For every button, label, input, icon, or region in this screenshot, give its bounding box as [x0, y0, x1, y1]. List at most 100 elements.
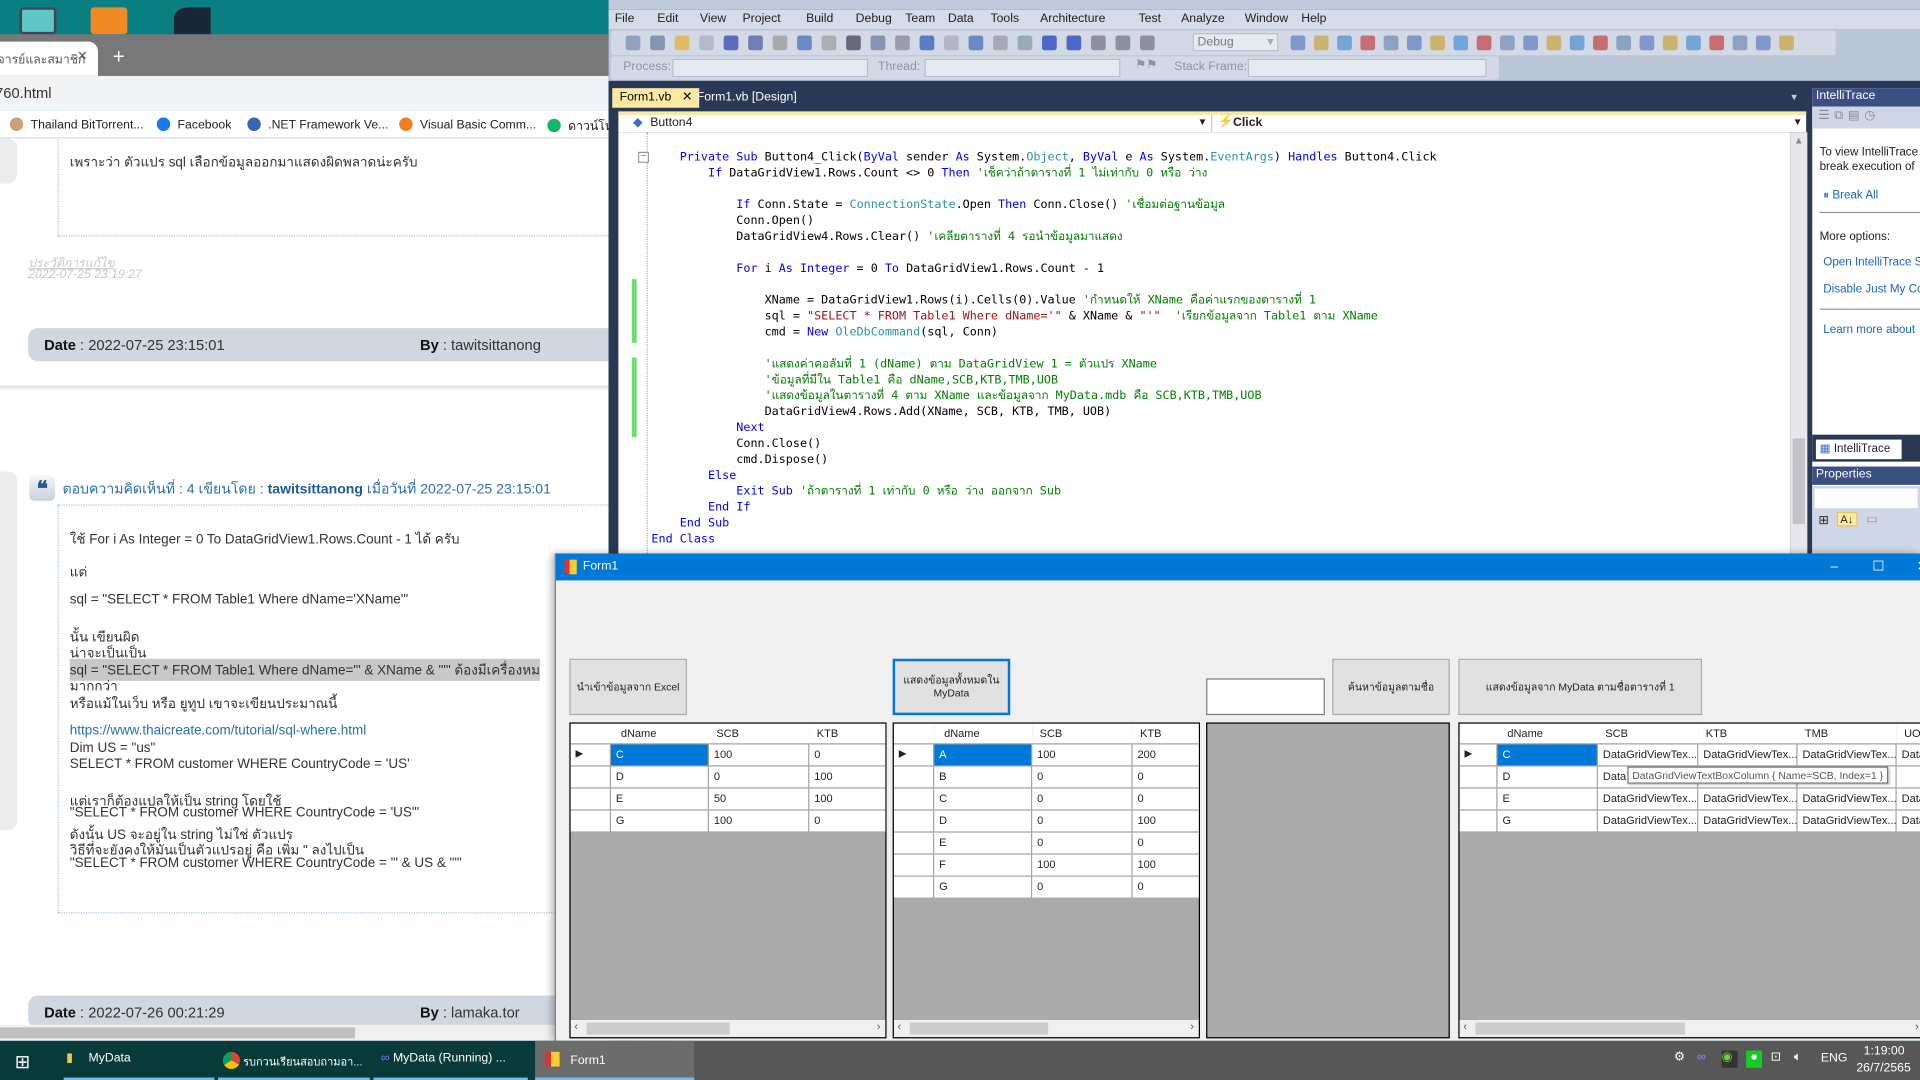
grid-cell[interactable]: 100 [1032, 744, 1133, 767]
row-header[interactable] [570, 810, 612, 833]
grid-cell[interactable]: D [934, 810, 1033, 833]
grid-cell[interactable]: DataGridViewTex... [1797, 788, 1897, 811]
row-header[interactable] [1459, 788, 1498, 811]
toolbar-tool-icon[interactable] [1476, 35, 1492, 51]
menu-data[interactable]: Data [948, 12, 974, 25]
grid-cell[interactable]: G [1497, 810, 1598, 833]
grid-cell[interactable]: 0 [1032, 810, 1133, 833]
scroll-up-icon[interactable]: ▲ [1794, 135, 1804, 146]
new-project-icon[interactable] [625, 35, 641, 51]
toolbar-tool-icon[interactable] [1430, 35, 1445, 51]
toolbar-tool-icon[interactable] [1662, 35, 1678, 51]
language-indicator[interactable]: ENG [1821, 1052, 1848, 1065]
toolbar-tool-icon[interactable] [1500, 35, 1515, 51]
grid-cell[interactable]: Data [1896, 744, 1920, 767]
clock-icon[interactable]: ◷ [1864, 109, 1880, 122]
solution-config-dropdown[interactable]: Debug ▾ [1192, 33, 1279, 52]
menu-team[interactable]: Team [905, 12, 935, 25]
app-shortcut-icon[interactable] [173, 7, 211, 35]
menu-view[interactable]: View [700, 12, 726, 25]
alphabetical-icon[interactable]: A↓ [1836, 511, 1857, 527]
tray-app-icon[interactable]: ⚙ [1674, 1051, 1685, 1064]
import-excel-button[interactable]: นำเข้าข้อมูลจาก Excel [569, 658, 687, 716]
flag-icon[interactable]: ⚑⚑ [1135, 59, 1157, 72]
toolbar-tool-icon[interactable] [1360, 35, 1376, 51]
web-page[interactable]: เพราะว่า ตัวแปร sql เลือกข้อมูลออกมาแสดง… [0, 138, 609, 1041]
close-tab-icon[interactable]: ✕ [77, 50, 87, 63]
menu-window[interactable]: Window [1245, 12, 1289, 25]
datagridview1[interactable]: dName SCB KTB ▶ C 100 0 D 0 100 E 50 100 G 100 0 ‹ › [569, 722, 887, 1039]
grid-cell[interactable]: E [611, 788, 709, 811]
grid-cell[interactable]: 100 [1032, 854, 1133, 877]
show-by-table1-button[interactable]: แสดงข้อมูลจาก MyData ตามชื่อตารางที่ 1 [1458, 658, 1703, 716]
navigate-back-icon[interactable] [968, 35, 984, 51]
grid-cell[interactable]: F [934, 854, 1033, 877]
stack-frame-dropdown[interactable] [1247, 58, 1487, 78]
column-header-dname[interactable]: dName [611, 723, 709, 745]
column-header-dname[interactable]: dName [934, 723, 1033, 745]
toolbar-tool-icon[interactable] [1313, 35, 1329, 51]
menu-project[interactable]: Project [743, 12, 781, 25]
taskbar-item-visual-studio[interactable]: ∞ MyData (Running) ... [373, 1041, 528, 1080]
column-header-dname[interactable]: dName [1497, 723, 1598, 745]
toolbar-tool-icon[interactable] [1337, 35, 1352, 51]
column-header-tmb[interactable]: TMB [1797, 723, 1897, 745]
navigate-forward-icon[interactable] [993, 35, 1008, 51]
clock-time[interactable]: 1:19:00 [1864, 1044, 1905, 1057]
row-header[interactable]: ▶ [893, 744, 935, 767]
toolbar-tool-icon[interactable] [1755, 35, 1771, 51]
pause-icon[interactable] [1042, 35, 1057, 51]
grid-cell[interactable]: E [934, 832, 1033, 855]
tray-vs-icon[interactable]: ∞ [1697, 1051, 1706, 1064]
redo-icon[interactable] [944, 35, 959, 51]
grid-cell[interactable]: Data [1896, 788, 1920, 811]
copy-icon[interactable]: ⧉ [1834, 109, 1848, 122]
menu-edit[interactable]: Edit [657, 12, 678, 25]
form1-titlebar[interactable]: Form1 – ☐ ✕ [555, 553, 1920, 581]
nvidia-icon[interactable]: ◉ [1721, 1050, 1738, 1068]
add-item-icon[interactable] [650, 35, 665, 51]
bookmark-download[interactable]: ดาวน์โห [547, 118, 609, 136]
undo-icon[interactable] [919, 35, 935, 51]
show-next-icon[interactable] [1091, 35, 1106, 51]
comment-icon[interactable] [870, 35, 886, 51]
address-bar[interactable]: 760.html [0, 75, 609, 111]
scrollbar-thumb[interactable] [909, 1022, 1049, 1035]
grid-cell[interactable]: 0 [1032, 876, 1133, 899]
datagridview2[interactable]: dName SCB KTB ▶ A 100 200 B 0 0 C 0 0 D 0 100 E 0 0 F 100 100… [892, 722, 1201, 1039]
toolbar-tool-icon[interactable] [1453, 35, 1469, 51]
menu-tools[interactable]: Tools [990, 12, 1019, 25]
grid-cell[interactable]: C [1497, 744, 1598, 767]
search-name-input[interactable] [1206, 678, 1325, 716]
row-header[interactable] [1459, 810, 1498, 833]
menu-architecture[interactable]: Architecture [1040, 12, 1105, 25]
tab-overflow-icon[interactable]: ▾ [1791, 91, 1797, 104]
grid-cell[interactable]: 0 [1032, 832, 1133, 855]
column-header-ktb[interactable]: KTB [809, 723, 886, 745]
column-header-scb[interactable]: SCB [1597, 723, 1699, 745]
save-all-icon[interactable] [748, 35, 763, 51]
grid-cell[interactable]: 0 [1132, 832, 1199, 855]
grid-cell[interactable]: B [934, 766, 1033, 789]
break-all-link[interactable]: ⏸ Break All [1823, 189, 1878, 202]
settings-icon[interactable]: ▤ [1848, 109, 1864, 122]
tab-intellitrace[interactable]: ▦ IntelliTrace [1815, 439, 1902, 460]
row-header[interactable] [893, 766, 935, 789]
grid-cell[interactable]: 200 [1132, 744, 1199, 767]
taskbar-item-chrome[interactable]: รบกวนเรียนสอบถามอา... [217, 1041, 370, 1080]
list-icon[interactable]: ☰ [1818, 109, 1834, 122]
object-dropdown[interactable]: ◆ Button4 ▼ [618, 115, 1213, 133]
column-header-ktb[interactable]: KTB [1698, 723, 1798, 745]
menu-build[interactable]: Build [806, 12, 833, 25]
horizontal-scrollbar[interactable]: ‹ › [1459, 1020, 1920, 1038]
grid-cell[interactable]: A [934, 744, 1033, 767]
column-header-scb[interactable]: SCB [1032, 723, 1133, 745]
toolbar-tool-icon[interactable] [1406, 35, 1422, 51]
grid-cell[interactable]: DataGridViewTex... [1597, 810, 1699, 833]
scroll-left-icon[interactable]: ‹ [1463, 1020, 1467, 1032]
grid-cell[interactable]: 0 [708, 766, 810, 789]
process-dropdown[interactable] [672, 58, 869, 78]
bookmark-visual-basic[interactable]: Visual Basic Comm... [399, 117, 536, 132]
scroll-right-icon[interactable]: › [1915, 1020, 1919, 1032]
toolbar-tool-icon[interactable] [1709, 35, 1725, 51]
